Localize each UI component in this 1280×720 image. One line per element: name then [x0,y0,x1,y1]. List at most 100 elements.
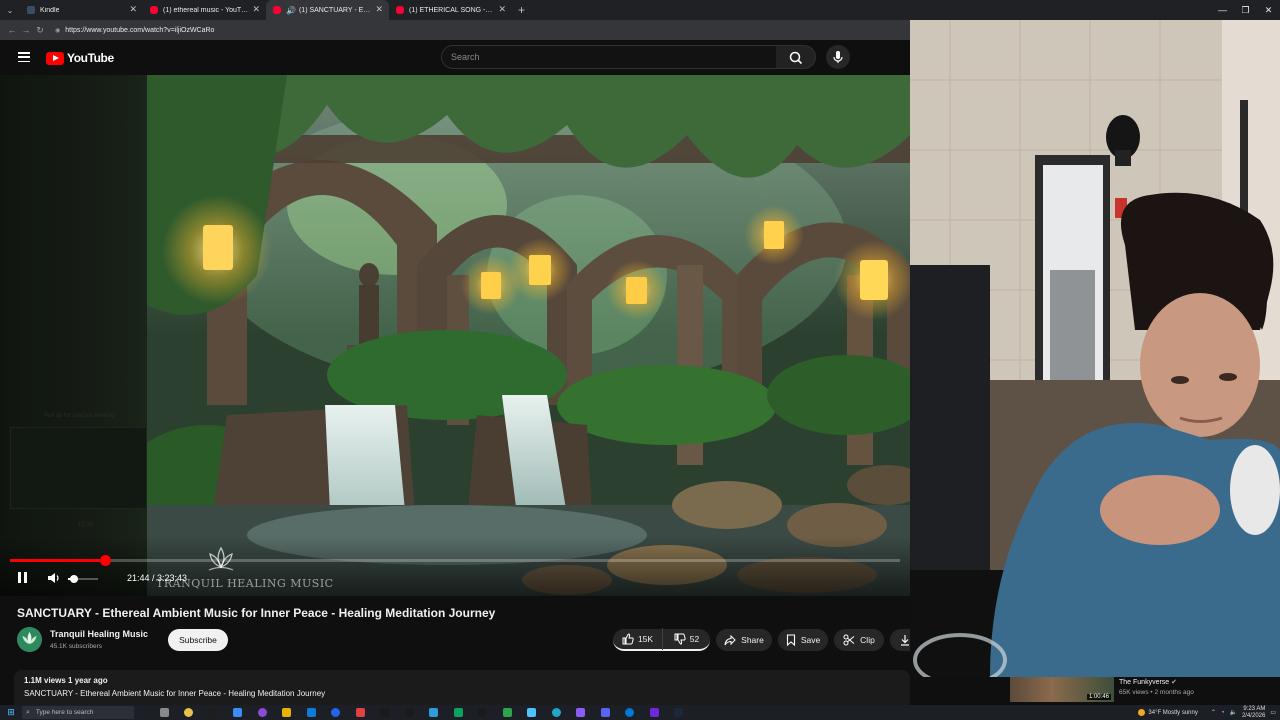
clock[interactable]: 9:23 AM 2/4/2026 [1242,706,1265,719]
subscriber-count: 45.1K subscribers [50,643,103,650]
tab-etherical-song[interactable]: (1) ETHERICAL SONG - YouTube ✕ [389,0,512,20]
volume-icon[interactable] [47,572,61,584]
dislike-button[interactable]: 52 [663,628,710,650]
close-window-button[interactable]: ✕ [1257,0,1280,20]
minimize-button[interactable]: — [1211,0,1234,20]
search-icon: ⌕ [26,708,30,716]
taskbar-search-placeholder: Type here to search [35,709,94,716]
taskbar-app-icon[interactable] [593,705,618,720]
tab-title: (1) SANCTUARY - Ethereal Am [298,6,371,14]
subscribe-button[interactable]: Subscribe [168,629,228,651]
recommended-duration: 1:00:46 [1086,694,1111,700]
taskbar-app-icon[interactable] [250,705,275,720]
seek-preview-area: Pull up for precise seeking 15:36 [0,75,147,596]
download-icon [901,635,909,646]
seek-hint-text: Pull up for precise seeking [44,413,115,419]
notifications-icon[interactable]: ▭ [1270,709,1276,716]
video-player[interactable]: Pull up for precise seeking 15:36 TRANQU… [0,75,910,596]
windows-taskbar: ⊞ ⌕ Type here to search 34°F Mostly sunn… [0,705,1280,720]
tab-close-icon[interactable]: ✕ [375,4,383,15]
taskbar-app-icon[interactable] [642,705,667,720]
search-button[interactable] [776,45,816,69]
taskbar-app-icon[interactable] [544,705,569,720]
site-info-icon[interactable]: ◉ [55,27,60,34]
taskbar-app-icon[interactable] [177,705,202,720]
tab-kindle[interactable]: Kindle ✕ [20,0,143,20]
taskbar-app-icon[interactable] [348,705,373,720]
taskbar-app-icon[interactable] [201,705,226,720]
taskbar-app-icon[interactable] [471,705,496,720]
scissors-icon [843,634,855,646]
weather-widget[interactable]: 34°F Mostly sunny [1138,709,1198,716]
taskbar-app-icon[interactable] [397,705,422,720]
pause-button[interactable] [16,572,28,584]
recommended-thumbnail[interactable]: 1:00:46 [1010,677,1114,702]
speaker-icon[interactable]: 🔈 [1229,709,1236,716]
tab-close-icon[interactable]: ✕ [252,4,260,15]
weather-text: 34°F Mostly sunny [1148,709,1198,716]
progress-played [10,559,106,562]
volume-slider[interactable] [68,575,98,583]
network-icon[interactable]: ◔ [1221,710,1225,716]
restore-button[interactable]: ❐ [1234,0,1257,20]
taskbar-app-icon[interactable] [495,705,520,720]
taskbar-search[interactable]: ⌕ Type here to search [22,706,134,719]
jungle-ruins-scene [147,75,910,596]
tab-sanctuary[interactable]: 🔊 (1) SANCTUARY - Ethereal Am ✕ [266,0,389,20]
video-frame [147,75,910,596]
views-and-date: 1.1M views 1 year ago [24,676,108,685]
channel-name[interactable]: Tranquil Healing Music [50,629,148,639]
tab-close-icon[interactable]: ✕ [129,4,137,15]
voice-search-button[interactable] [826,45,850,69]
taskbar-app-icon[interactable] [569,705,594,720]
tab-audio-icon[interactable]: 🔊 [286,6,296,15]
like-button[interactable]: 15K [613,628,663,650]
system-tray: 34°F Mostly sunny ⌃ ◔ 🔈 9:23 AM 2/4/2026… [1138,705,1280,720]
tab-ethereal-music[interactable]: (1) ethereal music - YouTube ✕ [143,0,266,20]
new-tab-button[interactable]: + [518,3,525,17]
menu-icon[interactable] [18,52,30,62]
youtube-logo[interactable]: YouTube [46,51,114,65]
taskbar-app-icon[interactable] [520,705,545,720]
recommended-channel[interactable]: The Funkyverse ✔ [1119,678,1177,686]
taskbar-app-icon[interactable] [446,705,471,720]
taskbar-app-icon[interactable] [299,705,324,720]
taskbar-app-icon[interactable] [152,705,177,720]
taskbar-app-icon[interactable] [667,705,692,720]
time-display: 21:44 / 3:23:43 [127,573,188,583]
search-input[interactable] [451,52,776,62]
windows-start-icon[interactable]: ⊞ [0,707,22,718]
clip-button[interactable]: Clip [834,629,884,651]
volume-handle[interactable] [70,575,78,583]
tab-close-icon[interactable]: ✕ [498,4,506,15]
youtube-favicon-icon [396,6,404,14]
taskbar-app-icon[interactable] [422,705,447,720]
channel-avatar[interactable] [17,627,42,652]
streamer-webcam-feed [910,20,1280,677]
recommended-video-card[interactable]: 1:00:46 The Funkyverse ✔ 65K views • 2 m… [1010,677,1280,702]
save-button[interactable]: Save [778,629,828,651]
video-title: SANCTUARY - Ethereal Ambient Music for I… [17,606,496,620]
reload-icon[interactable]: ↻ [33,25,47,36]
url-field[interactable]: ◉ https://www.youtube.com/watch?v=iljiOz… [55,23,875,37]
taskbar-app-icon[interactable] [618,705,643,720]
tab-title: Kindle [40,6,60,14]
tray-chevron-icon[interactable]: ⌃ [1211,709,1216,716]
share-button[interactable]: Share [716,629,772,651]
youtube-play-icon [46,51,64,65]
taskbar-app-icon[interactable] [226,705,251,720]
progress-bar[interactable] [10,555,900,566]
taskbar-app-icon[interactable] [373,705,398,720]
clip-label: Clip [860,635,875,645]
thumbs-up-icon [622,633,634,645]
description-box[interactable]: 1.1M views 1 year ago SANCTUARY - Ethere… [14,670,910,710]
youtube-favicon-icon [150,6,158,14]
taskbar-app-icon[interactable] [275,705,300,720]
back-icon[interactable]: ← [5,25,19,35]
address-bar: ← → ↻ ◉ https://www.youtube.com/watch?v=… [0,20,910,40]
clock-time: 9:23 AM [1243,706,1266,712]
forward-icon[interactable]: → [19,25,33,35]
taskbar-app-icon[interactable] [324,705,349,720]
window-controls: — ❐ ✕ [1211,0,1280,20]
tab-search-icon[interactable]: ⌄ [0,6,20,15]
